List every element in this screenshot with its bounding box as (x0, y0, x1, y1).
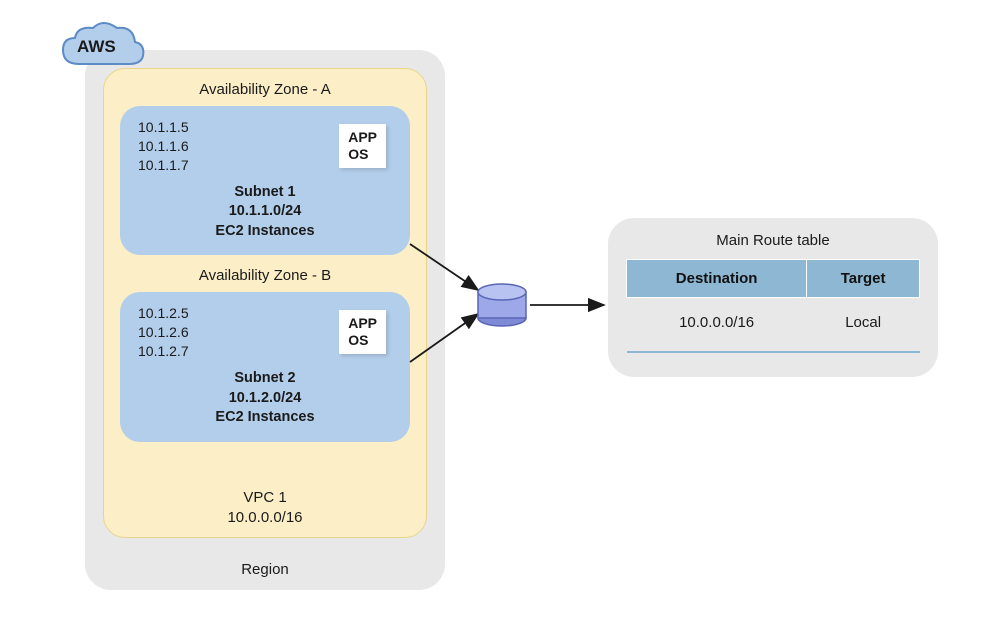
subnet-2-app-line2: OS (348, 332, 377, 349)
subnet-2-cidr: 10.1.2.0/24 (138, 389, 392, 409)
route-table-row: 10.0.0.0/16 Local (627, 298, 920, 353)
route-table: Destination Target 10.0.0.0/16 Local (626, 259, 920, 353)
az-a-title: Availability Zone - A (104, 81, 426, 98)
subnet-1-app-line2: OS (348, 146, 377, 163)
vpc-label: VPC 1 10.0.0.0/16 (104, 488, 426, 527)
az-b-title: Availability Zone - B (104, 267, 426, 284)
subnet-1-name: Subnet 1 (138, 183, 392, 203)
subnet-1: 10.1.1.5 10.1.1.6 10.1.1.7 APP OS Subnet… (120, 106, 410, 255)
route-table-title: Main Route table (626, 232, 920, 249)
vpc-container: Availability Zone - A 10.1.1.5 10.1.1.6 … (103, 68, 427, 538)
subnet-2-label: Subnet 2 10.1.2.0/24 EC2 Instances (138, 369, 392, 428)
subnet-1-appbox: APP OS (339, 124, 386, 168)
route-table-container: Main Route table Destination Target 10.0… (608, 218, 938, 377)
aws-cloud-label: AWS (77, 37, 116, 57)
subnet-2: 10.1.2.5 10.1.2.6 10.1.2.7 APP OS Subnet… (120, 292, 410, 441)
subnet-1-label: Subnet 1 10.1.1.0/24 EC2 Instances (138, 183, 392, 242)
subnet-2-app-line1: APP (348, 315, 377, 332)
subnet-1-app-line1: APP (348, 129, 377, 146)
subnet-2-name: Subnet 2 (138, 369, 392, 389)
router-icon (476, 282, 528, 327)
subnet-2-desc: EC2 Instances (138, 408, 392, 428)
route-table-cell-target: Local (807, 298, 920, 353)
vpc-name: VPC 1 (104, 488, 426, 508)
route-table-cell-destination: 10.0.0.0/16 (627, 298, 807, 353)
region-label: Region (85, 561, 445, 578)
subnet-1-cidr: 10.1.1.0/24 (138, 202, 392, 222)
subnet-1-desc: EC2 Instances (138, 222, 392, 242)
region-container: Availability Zone - A 10.1.1.5 10.1.1.6 … (85, 50, 445, 590)
route-table-header-destination: Destination (627, 260, 807, 298)
vpc-cidr: 10.0.0.0/16 (104, 508, 426, 528)
subnet-2-appbox: APP OS (339, 310, 386, 354)
route-table-header-target: Target (807, 260, 920, 298)
